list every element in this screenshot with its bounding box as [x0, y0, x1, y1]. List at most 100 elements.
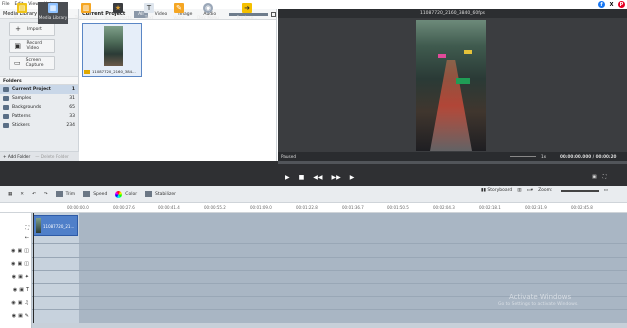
eye-icon[interactable]: ◉	[11, 248, 15, 254]
aspect-icon[interactable]: ▭▾	[527, 188, 534, 193]
video-effects-tool[interactable]: ★ Video Effects	[103, 2, 133, 24]
folder-backgrounds[interactable]: Backgrounds 65	[0, 103, 78, 112]
media-thumbnail	[104, 26, 123, 66]
track-4-header: ◉ ▣ ✦	[0, 270, 32, 283]
monitor-icon: ▭	[14, 59, 21, 67]
track-divider	[32, 270, 627, 271]
produce-tool[interactable]: ➜ Produce...	[230, 2, 264, 24]
undo-icon[interactable]: ↶	[32, 192, 36, 197]
screen-capture-button[interactable]: ▭ Screen Capture	[9, 56, 55, 70]
pen-icon[interactable]: ✎	[25, 313, 29, 319]
x-icon[interactable]: X	[608, 1, 615, 8]
timeline-zoom-slider[interactable]	[560, 189, 599, 192]
video-road	[430, 60, 472, 151]
stop-icon[interactable]: ■	[299, 174, 305, 181]
track-3-header: ◉ ▣ ◫	[0, 257, 32, 270]
folder-stickers[interactable]: Stickers 234	[0, 121, 78, 130]
split-icon[interactable]: ▥	[517, 188, 521, 193]
import-button[interactable]: + Import	[9, 22, 55, 36]
video-sign	[438, 54, 446, 58]
add-media-icon[interactable]: ▦	[8, 192, 12, 197]
text-icon: T	[144, 3, 154, 13]
folder-icon	[3, 87, 9, 92]
produce-label: Produce...	[236, 15, 258, 20]
timeline-scrollbar[interactable]	[32, 323, 627, 328]
social-links: f X P	[598, 1, 625, 8]
lock-icon[interactable]: ▣	[18, 248, 23, 254]
current-project-panel: Current Project All Video Image Audio 11…	[79, 9, 277, 161]
text-track-icon[interactable]: T	[26, 287, 29, 293]
transitions-tool[interactable]: ▥ Transitions	[71, 2, 101, 24]
eye-icon[interactable]: ◉	[12, 313, 16, 319]
voice-tool[interactable]: ✎ Voice	[164, 2, 194, 24]
folder-name: Current Project	[12, 87, 51, 92]
disc-menu-tool[interactable]: ◉ Disc Menu	[193, 2, 223, 24]
next-frame-icon[interactable]: ▶▶	[332, 174, 341, 181]
arrow-left-icon[interactable]: ←	[25, 235, 29, 241]
star-icon: ★	[113, 3, 123, 13]
overlay-icon[interactable]: ◫	[24, 261, 29, 267]
media-item-label: 11087720_2160_384...	[92, 69, 136, 74]
folder-current-project[interactable]: Current Project 1	[0, 85, 78, 94]
lock-icon[interactable]: ▣	[18, 300, 23, 306]
video-track-icon[interactable]: ⛶	[25, 225, 29, 231]
seek-bar[interactable]	[278, 161, 627, 164]
lock-icon[interactable]: ▣	[18, 274, 23, 280]
lock-icon[interactable]: ▣	[18, 261, 23, 267]
folder-samples[interactable]: Samples 31	[0, 94, 78, 103]
forward-icon[interactable]: ▶	[350, 174, 355, 181]
text-tool[interactable]: T Text	[134, 2, 164, 24]
speed-button[interactable]: Speed	[83, 191, 107, 197]
plus-icon: +	[15, 25, 21, 33]
add-folder-button[interactable]: + Add Folder	[3, 154, 30, 159]
stabilizer-button[interactable]: Stabilizer	[145, 191, 176, 197]
eye-icon[interactable]: ◉	[11, 261, 15, 267]
media-library-tool[interactable]: ▦ Media Library	[38, 2, 68, 24]
folders-header: Folders	[0, 76, 78, 85]
activation-watermark: Activate Windows	[509, 293, 572, 301]
folder-name: Backgrounds	[12, 105, 42, 110]
delete-folder-button[interactable]: — Delete Folder	[35, 154, 69, 159]
lock-icon[interactable]: ▣	[19, 287, 24, 293]
folder-patterns[interactable]: Patterns 33	[0, 112, 78, 121]
redo-icon[interactable]: ↷	[44, 192, 48, 197]
facebook-icon[interactable]: f	[598, 1, 605, 8]
eye-icon[interactable]: ◉	[12, 274, 16, 280]
folder-icon	[3, 123, 9, 128]
media-item[interactable]: 11087720_2160_384...	[82, 23, 142, 77]
projects-tool[interactable]: ▤ Projects	[7, 2, 37, 24]
snapshot-icon[interactable]: ▣	[592, 174, 597, 180]
timeline-clip[interactable]: 11087720_21...	[33, 215, 78, 236]
zoom-label: Zoom:	[538, 188, 553, 193]
overlay-icon[interactable]: ◫	[24, 248, 29, 254]
timeline-ruler[interactable]: 00:00:00.0 00:00:27.6 00:00:41.4 00:00:5…	[0, 203, 627, 213]
volume-slider[interactable]	[510, 156, 536, 157]
playback-controls: ▶ ■ ◀◀ ▶▶ ▶	[285, 174, 354, 181]
delete-icon[interactable]: ✕	[20, 192, 24, 197]
color-button[interactable]: Color	[115, 190, 137, 198]
track-headers: ⛶ ← ◉ ▣ ◫ ◉ ▣ ◫ ◉ ▣ ✦ ◉ ▣ T ◉ ▣ ♫ ◉ ▣ ✎	[0, 213, 32, 328]
pinterest-icon[interactable]: P	[618, 1, 625, 8]
eye-icon[interactable]: ◉	[13, 287, 17, 293]
previous-frame-icon[interactable]: ◀◀	[313, 174, 322, 181]
music-icon[interactable]: ♫	[25, 300, 29, 306]
video-sign	[464, 50, 472, 54]
preview-side-controls: ▣ ⛶	[592, 174, 606, 180]
fullscreen-icon[interactable]: ⛶	[603, 174, 607, 180]
effects-icon[interactable]: ✦	[25, 274, 29, 280]
fit-icon[interactable]: ▭	[604, 188, 608, 193]
play-icon[interactable]: ▶	[285, 174, 290, 181]
trim-icon	[55, 191, 63, 197]
storyboard-button[interactable]: ▮▮ Storyboard	[481, 188, 512, 193]
activation-watermark-sub: Go to Settings to activate Windows.	[498, 302, 579, 307]
trim-label: Trim	[65, 191, 76, 197]
lock-icon[interactable]: ▣	[18, 313, 23, 319]
playback-speed[interactable]: 1x	[541, 154, 546, 159]
eye-icon[interactable]: ◉	[11, 300, 15, 306]
folder-count: 65	[69, 105, 75, 110]
playhead[interactable]	[33, 213, 34, 328]
media-library-panel: Media Library + Import ▣ Record Video ▭ …	[0, 9, 79, 161]
trim-button[interactable]: Trim	[55, 191, 76, 197]
view-toggle-icon[interactable]	[271, 11, 276, 17]
record-video-button[interactable]: ▣ Record Video	[9, 39, 55, 53]
